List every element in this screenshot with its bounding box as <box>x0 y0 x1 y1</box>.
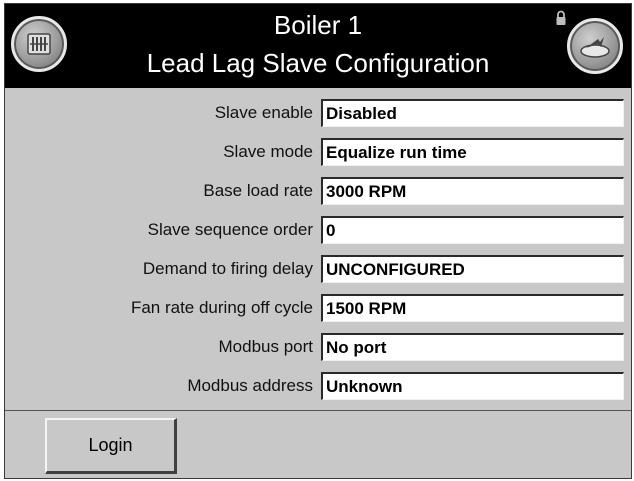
base-load-rate-field[interactable]: 3000 RPM <box>321 177 624 205</box>
demand-to-firing-delay-field[interactable]: UNCONFIGURED <box>321 255 624 283</box>
login-button[interactable]: Login <box>45 418 177 474</box>
field-label: Slave sequence order <box>147 220 313 239</box>
page-subtitle: Lead Lag Slave Configuration <box>146 48 490 78</box>
modbus-address-field[interactable]: Unknown <box>321 372 624 400</box>
lock-icon <box>556 10 566 25</box>
field-row-base-load-rate: Base load rate 3000 RPM <box>5 173 631 208</box>
page-title: Boiler 1 <box>273 10 363 40</box>
field-row-demand-to-firing-delay: Demand to firing delay UNCONFIGURED <box>5 251 631 286</box>
header-bar: Boiler 1 Lead Lag Slave Configuration <box>5 4 631 88</box>
field-label: Slave mode <box>223 142 313 161</box>
screen: Boiler 1 Lead Lag Slave Configuration Sl… <box>4 3 632 479</box>
field-row-slave-mode: Slave mode Equalize run time <box>5 134 631 169</box>
slave-sequence-order-field[interactable]: 0 <box>321 216 624 244</box>
slave-mode-field[interactable]: Equalize run time <box>321 138 624 166</box>
field-label: Fan rate during off cycle <box>130 298 313 317</box>
back-arrow-icon <box>580 37 610 58</box>
fan-rate-off-cycle-field[interactable]: 1500 RPM <box>321 294 624 322</box>
field-row-fan-rate-off-cycle: Fan rate during off cycle 1500 RPM <box>5 290 631 325</box>
modbus-port-field[interactable]: No port <box>321 333 624 361</box>
field-label: Base load rate <box>203 181 313 200</box>
field-label: Modbus address <box>187 376 313 395</box>
slave-enable-field[interactable]: Disabled <box>321 99 624 127</box>
field-label: Demand to firing delay <box>142 259 313 278</box>
field-row-modbus-address: Modbus address Unknown <box>5 368 631 403</box>
field-label: Modbus port <box>218 337 314 356</box>
footer-divider <box>5 410 631 411</box>
field-row-slave-sequence-order: Slave sequence order 0 <box>5 212 631 247</box>
field-row-slave-enable: Slave enable Disabled <box>5 95 631 130</box>
field-row-modbus-port: Modbus port No port <box>5 329 631 364</box>
back-button[interactable] <box>567 18 623 74</box>
field-label: Slave enable <box>214 103 313 122</box>
